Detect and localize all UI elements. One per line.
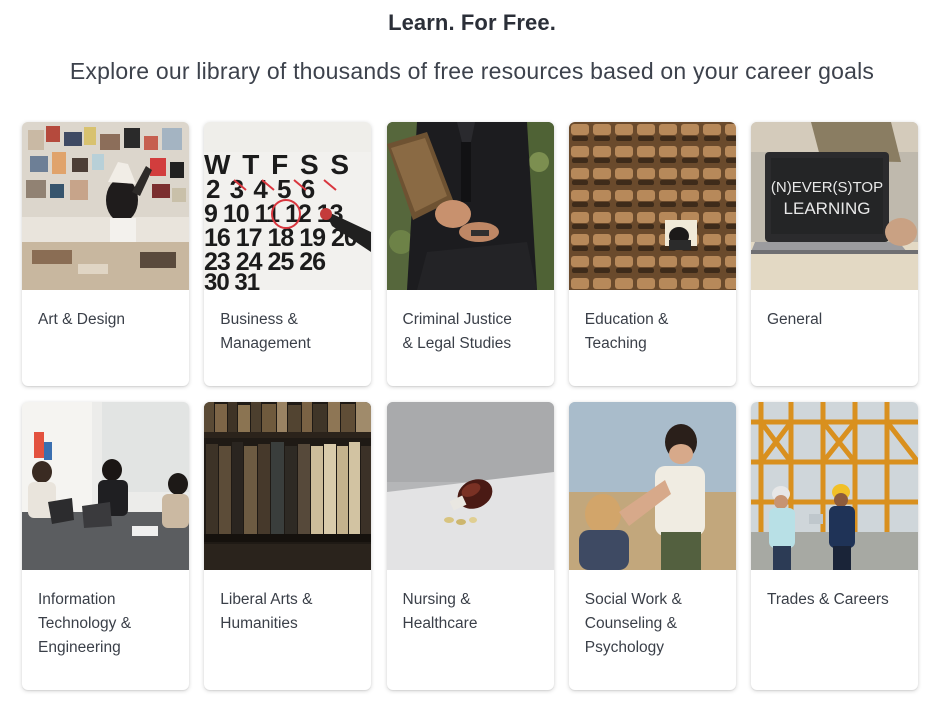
page-title: Learn. For Free. [388,10,556,35]
category-label: Education & Teaching [584,311,669,352]
legal-professional-image [386,122,554,290]
category-label: Social Work & Counseling & Psychology [584,591,682,656]
page-subtitle: Explore our library of thousands of free… [69,58,875,84]
laptop-screen-line-1: (N)EVER(S)TOP [771,179,883,196]
category-label: Information Technology & Engineering [38,591,132,656]
construction-site-image [751,402,918,570]
category-label: Business & Management [220,311,311,352]
art-design-image [22,122,189,290]
category-label: General [767,311,823,328]
laptop-screen-line-2: LEARNING [784,199,871,218]
category-card-social-work[interactable]: Social Work & Counseling & Psychology [568,402,736,690]
category-card-information-technology[interactable]: Information Technology & Engineering [22,402,189,690]
team-laptops-image [22,402,189,570]
calendar-image: W T F S S 2 3 4 5 6 9 10 11 12 13 16 17 … [204,122,372,290]
category-label: Trades & Careers [767,591,889,608]
category-grid: Art & Design W T F S S 2 3 4 5 6 9 10 11… [22,122,918,690]
category-card-art-design[interactable]: Art & Design [22,122,189,386]
category-card-education-teaching[interactable]: Education & Teaching [568,122,736,386]
category-label: Nursing & Healthcare [402,591,478,632]
category-label: Liberal Arts & Humanities [220,591,313,632]
bookshelf-image [204,402,372,570]
category-card-liberal-arts[interactable]: Liberal Arts & Humanities [204,402,372,690]
auditorium-image [568,122,736,290]
medicine-bottle-image [386,402,554,570]
laptop-image: (N)EVER(S)TOP LEARNING [751,122,918,290]
category-label: Criminal Justice & Legal Studies [402,311,512,352]
category-label: Art & Design [38,311,126,328]
category-card-criminal-justice[interactable]: Criminal Justice & Legal Studies [386,122,554,386]
children-image [568,402,736,570]
category-card-trades-careers[interactable]: Trades & Careers [751,402,918,690]
category-card-nursing-healthcare[interactable]: Nursing & Healthcare [386,402,554,690]
category-card-general[interactable]: (N)EVER(S)TOP LEARNING General [751,122,918,386]
category-card-business-management[interactable]: W T F S S 2 3 4 5 6 9 10 11 12 13 16 17 … [204,122,372,386]
calendar-row-6: 30 31 [204,269,260,290]
